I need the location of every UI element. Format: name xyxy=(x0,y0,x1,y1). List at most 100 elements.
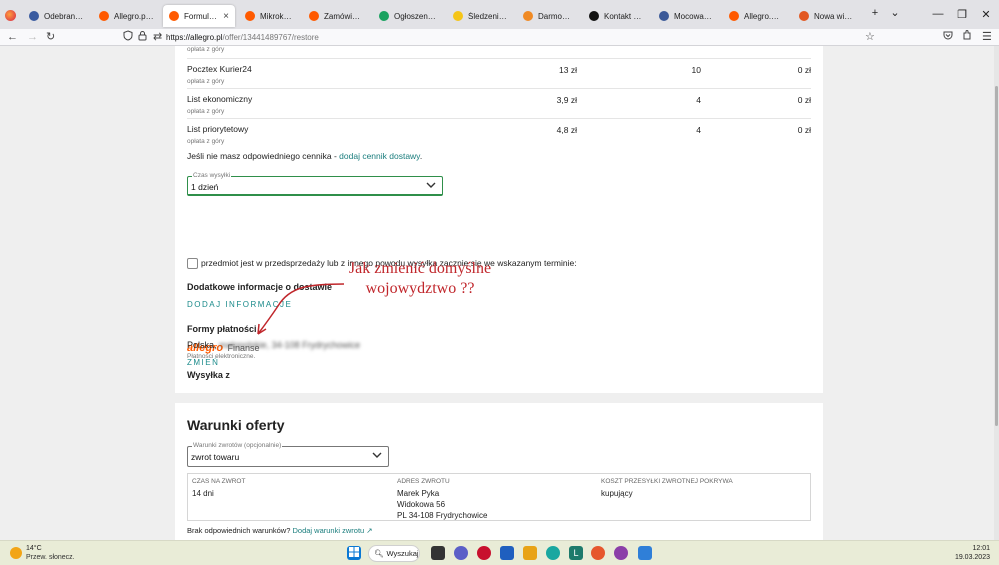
forward-arrow-icon[interactable]: → xyxy=(27,30,38,44)
close-window-button[interactable]: ✕ xyxy=(977,8,995,21)
ship-from-address: Polska, małopolskie, 34-108 Frydrychowic… xyxy=(187,340,360,350)
no-pricelist-text: Jeśli nie masz odpowiedniego cennika - xyxy=(187,151,340,161)
browser-tab[interactable]: Śledzenie przesył xyxy=(447,5,513,27)
extensions-icon[interactable] xyxy=(962,30,972,44)
shipping-method-name: Pocztex Kurier24 xyxy=(187,64,252,74)
tab-title: Zamówienia xyxy=(324,11,363,21)
shipping-row-subtext: opłata z góry xyxy=(187,46,225,53)
browser-tab[interactable]: Mocowanie linki xyxy=(653,5,719,27)
returns-policy-label: Warunki zwrotów (opcjonalnie) xyxy=(192,442,283,449)
search-icon: 🔍︎ xyxy=(374,549,384,558)
browser-tab[interactable]: Darmowy Edytor xyxy=(517,5,579,27)
firefox-taskbar-icon[interactable] xyxy=(591,546,605,560)
weather-temp: 14°C xyxy=(26,545,42,552)
shipping-items-per-package: 4 xyxy=(696,95,701,105)
app-icon-red[interactable] xyxy=(477,546,491,560)
ship-from-region-blurred: małopolskie xyxy=(219,340,267,350)
external-link-icon: ↗ xyxy=(366,526,373,535)
shipping-row: List priorytetowy opłata z góry 4,8 zł 4 0 z… xyxy=(187,118,811,148)
app-icon-l[interactable]: L xyxy=(569,546,583,560)
browser-tab[interactable]: Nowa wiadomość xyxy=(793,5,861,27)
browser-tab[interactable]: Odebrane | elekt xyxy=(23,5,91,27)
lock-icon[interactable] xyxy=(138,30,147,45)
no-terms-text: Brak odpowiednich warunków? xyxy=(187,526,291,535)
tab-favicon-icon xyxy=(99,11,109,21)
shipping-payment-type: opłata z góry xyxy=(187,108,225,115)
chevron-down-icon xyxy=(425,179,437,194)
return-address-name: Marek Pyka xyxy=(397,489,440,498)
url-bar[interactable]: https://allegro.pl/offer/13441489767/res… xyxy=(166,30,926,45)
returns-policy-select[interactable]: Warunki zwrotów (opcjonalnie) zwrot towa… xyxy=(187,442,389,467)
firefox-icon[interactable] xyxy=(5,10,16,21)
edge-icon[interactable] xyxy=(546,546,560,560)
pocket-icon[interactable] xyxy=(943,30,953,44)
browser-tab[interactable]: Kontakt - 1688p xyxy=(583,5,649,27)
browser-tab[interactable]: Allegro.pl - Więc xyxy=(93,5,161,27)
file-explorer-icon[interactable] xyxy=(523,546,537,560)
browser-tab[interactable]: Zamówienia xyxy=(303,5,369,27)
app-icon-purple[interactable] xyxy=(614,546,628,560)
tracking-shield-icon[interactable] xyxy=(123,30,133,45)
shipping-items-per-package: 4 xyxy=(696,125,701,135)
weather-sun-icon[interactable] xyxy=(10,547,22,559)
taskbar-search-label: Wyszukaj xyxy=(386,549,419,558)
tab-favicon-icon xyxy=(379,11,389,21)
tab-favicon-icon xyxy=(523,11,533,21)
browser-tab[interactable]: Ogłoszenia - Spr xyxy=(373,5,443,27)
chat-icon[interactable] xyxy=(454,546,468,560)
page-scrollbar[interactable] xyxy=(994,46,999,540)
shipping-method-name: List ekonomiczny xyxy=(187,94,253,104)
tab-favicon-icon xyxy=(309,11,319,21)
no-terms-line: Brak odpowiednich warunków? Dodaj warunk… xyxy=(187,526,373,535)
return-address-header: ADRES ZWROTU xyxy=(397,478,450,485)
shipping-first-item-price: 4,8 zł xyxy=(556,125,577,135)
tab-title: Mocowanie linki xyxy=(674,11,713,21)
store-icon[interactable] xyxy=(500,546,514,560)
bookmark-star-icon[interactable]: ☆ xyxy=(865,30,875,44)
minimize-button[interactable]: — xyxy=(929,8,947,20)
calculator-icon[interactable] xyxy=(638,546,652,560)
shipping-next-item-price: 0 zł xyxy=(797,65,811,75)
annotation-line-2: wojowydztwo ?? xyxy=(365,280,475,297)
page-permissions-icon[interactable]: ⇄ xyxy=(153,30,162,44)
return-cost-value: kupujący xyxy=(601,489,633,498)
return-cost-header: KOSZT PRZESYŁKI ZWROTNEJ POKRYWA xyxy=(601,478,733,485)
scrollbar-thumb[interactable] xyxy=(995,86,998,426)
shipping-items-per-package: 10 xyxy=(691,65,701,75)
preorder-checkbox[interactable] xyxy=(187,258,198,269)
browser-tab[interactable]: Mikrokomputer xyxy=(239,5,299,27)
return-time-value: 14 dni xyxy=(192,489,214,498)
close-tab-icon[interactable]: × xyxy=(223,11,229,22)
navigation-toolbar: ← → ↻ ⇄ https://allegro.pl/offer/1344148… xyxy=(0,29,999,46)
list-all-tabs-button[interactable]: ⌄ xyxy=(886,6,904,19)
shipping-first-item-price: 3,9 zł xyxy=(556,95,577,105)
windows-start-icon[interactable] xyxy=(347,546,361,560)
offer-terms-title: Warunki oferty xyxy=(187,417,285,433)
no-pricelist-line: Jeśli nie masz odpowiedniego cennika - d… xyxy=(187,151,422,161)
shipping-time-value: 1 dzień xyxy=(191,182,219,192)
clock-time: 12:01 xyxy=(972,545,990,552)
tab-title: Śledzenie przesył xyxy=(468,11,507,21)
maximize-button[interactable]: ❐ xyxy=(953,8,971,21)
tab-title: Darmowy Edytor xyxy=(538,11,573,21)
reload-icon[interactable]: ↻ xyxy=(46,30,55,44)
return-address-value: Marek Pyka Widokowa 56 PL 34-108 Frydryc… xyxy=(397,488,487,521)
task-view-icon[interactable] xyxy=(431,546,445,560)
tab-title: Nowa wiadomość xyxy=(814,11,855,21)
taskbar-search[interactable]: 🔍︎ Wyszukaj xyxy=(368,545,420,562)
shipping-payment-type: opłata z góry xyxy=(187,138,225,145)
browser-tab[interactable]: Formularz wys × xyxy=(163,5,235,27)
app-menu-icon[interactable]: ☰ xyxy=(982,30,992,44)
back-arrow-icon[interactable]: ← xyxy=(7,30,18,44)
add-pricelist-link[interactable]: dodaj cennik dostawy xyxy=(339,151,420,161)
new-tab-button[interactable]: + xyxy=(866,7,884,19)
shipping-time-select[interactable]: Czas wysyłki 1 dzień xyxy=(187,172,443,196)
tab-favicon-icon xyxy=(729,11,739,21)
tab-title: Kontakt - 1688p xyxy=(604,11,643,21)
windows-taskbar: 14°C Przew. słonecz. 🔍︎ Wyszukaj L 12:01… xyxy=(0,540,999,565)
change-location-link[interactable]: ZMIEŃ xyxy=(187,358,219,367)
browser-tab[interactable]: Allegro.pl - Więc xyxy=(723,5,789,27)
shipping-row: List ekonomiczny opłata z góry 3,9 zł 4 0 zł xyxy=(187,88,811,118)
add-return-terms-link[interactable]: Dodaj warunki zwrotu xyxy=(293,526,365,535)
tab-favicon-icon xyxy=(659,11,669,21)
